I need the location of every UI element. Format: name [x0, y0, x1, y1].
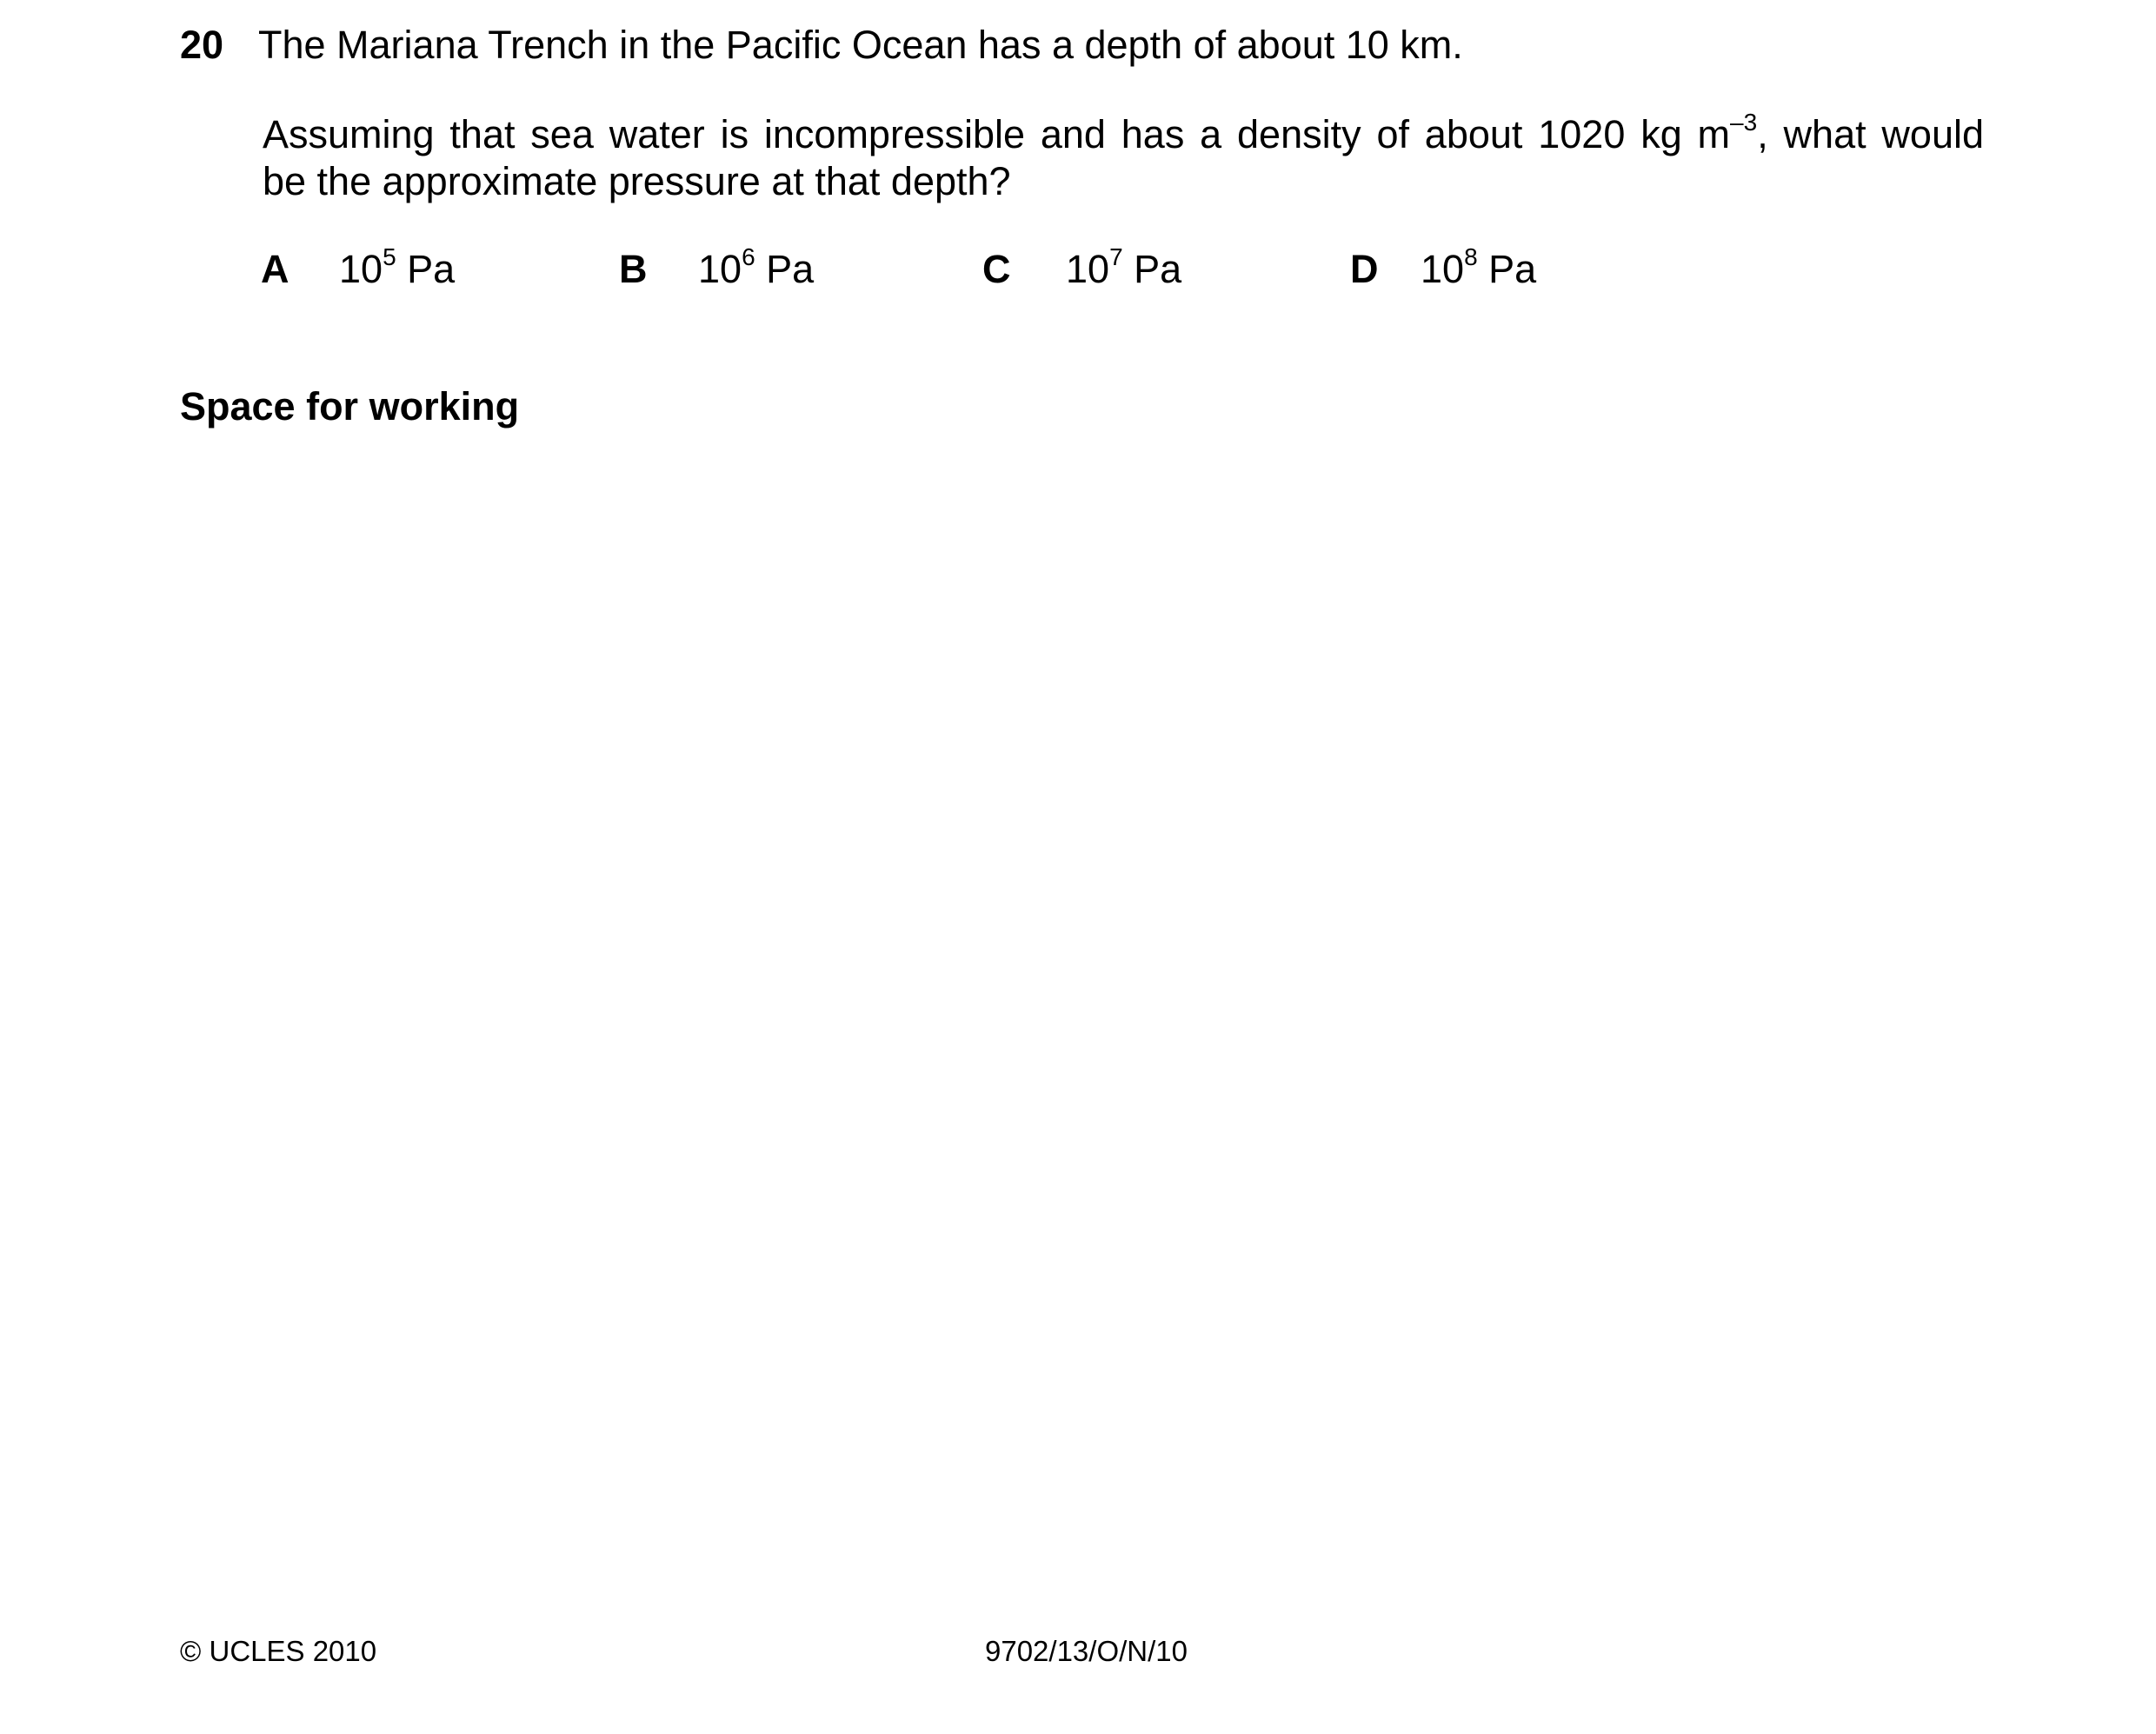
option-d-value: 108 Pa: [1421, 243, 1536, 296]
option-b-letter: B: [619, 247, 648, 291]
line1-text: Assuming that sea water is incompressibl…: [263, 112, 1731, 156]
question-line-2: be the approximate pressure at that dept…: [263, 159, 1011, 203]
option-b-base: 10: [698, 247, 742, 291]
option-b-exponent: 6: [742, 243, 755, 270]
option-d-base: 10: [1421, 247, 1465, 291]
question-paragraph: Assuming that sea water is incompressibl…: [263, 109, 1985, 205]
option-c-value: 107 Pa: [1066, 243, 1181, 296]
question-stem: The Mariana Trench in the Pacific Ocean …: [258, 23, 1463, 67]
option-c-unit: Pa: [1122, 247, 1182, 291]
option-a-letter: A: [261, 247, 289, 291]
option-d-unit: Pa: [1477, 247, 1537, 291]
option-d-exponent: 8: [1464, 243, 1478, 270]
density-exponent: –3: [1730, 109, 1758, 136]
line1-end: , what would: [1757, 112, 1985, 156]
option-c-exponent: 7: [1109, 243, 1123, 270]
option-c-base: 10: [1066, 247, 1110, 291]
option-b-value: 106 Pa: [698, 243, 814, 296]
option-b-unit: Pa: [755, 247, 815, 291]
question-number: 20: [180, 23, 224, 67]
option-d-letter: D: [1350, 247, 1379, 291]
option-a-base: 10: [339, 247, 383, 291]
option-a-value: 105 Pa: [339, 243, 455, 296]
question-line-1: Assuming that sea water is incompressibl…: [263, 109, 1985, 158]
footer-copyright: © UCLES 2010: [180, 1635, 377, 1667]
option-c-letter: C: [982, 247, 1011, 291]
footer-paper-code: 9702/13/O/N/10: [985, 1635, 1188, 1667]
option-a-exponent: 5: [383, 243, 396, 270]
option-a-unit: Pa: [396, 247, 456, 291]
working-space-label: Space for working: [180, 384, 520, 429]
